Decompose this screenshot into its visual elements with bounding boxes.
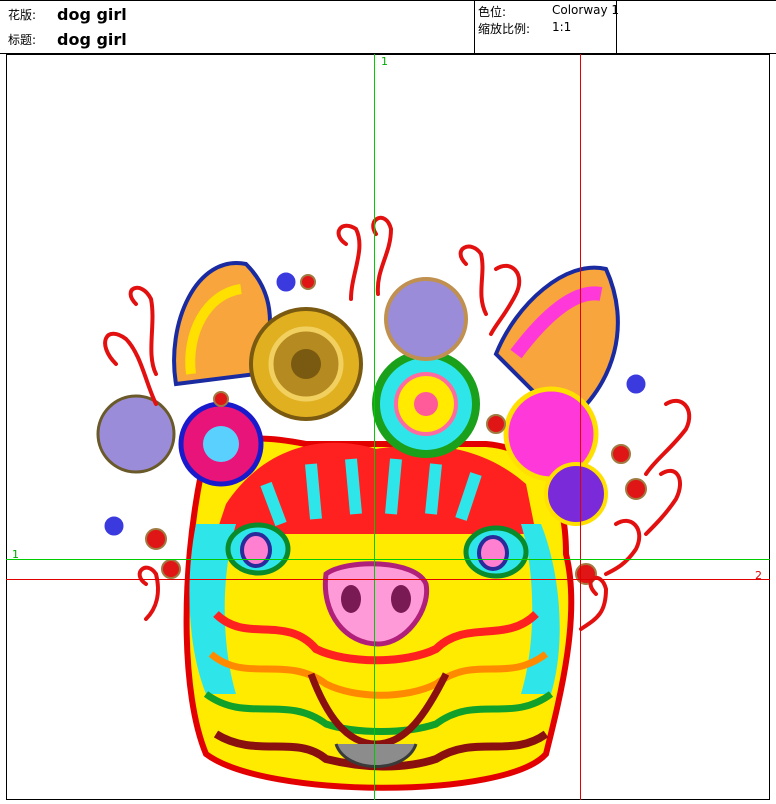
pattern-value: dog girl xyxy=(57,5,127,24)
design-canvas[interactable]: 1 1 2 xyxy=(6,54,770,800)
title-value: dog girl xyxy=(57,30,127,49)
info-header: 花版: dog girl 标题: dog girl 色位: Colorway 1… xyxy=(0,0,776,54)
title-label: 标题: xyxy=(8,33,37,47)
guide-marker-top: 1 xyxy=(381,55,388,68)
pattern-label: 花版: xyxy=(8,8,37,22)
colorway-value: Colorway 1 xyxy=(552,3,620,17)
scale-label: 缩放比例: xyxy=(478,22,531,36)
canvas-svg xyxy=(6,54,770,800)
header-top-border xyxy=(0,0,776,1)
header-divider-1 xyxy=(474,0,475,54)
colorway-label: 色位: xyxy=(478,5,507,19)
guide-marker-right: 2 xyxy=(755,569,762,582)
scale-value: 1:1 xyxy=(552,20,572,34)
guide-marker-left: 1 xyxy=(12,548,19,561)
embroidered-dog-icon xyxy=(96,215,692,791)
